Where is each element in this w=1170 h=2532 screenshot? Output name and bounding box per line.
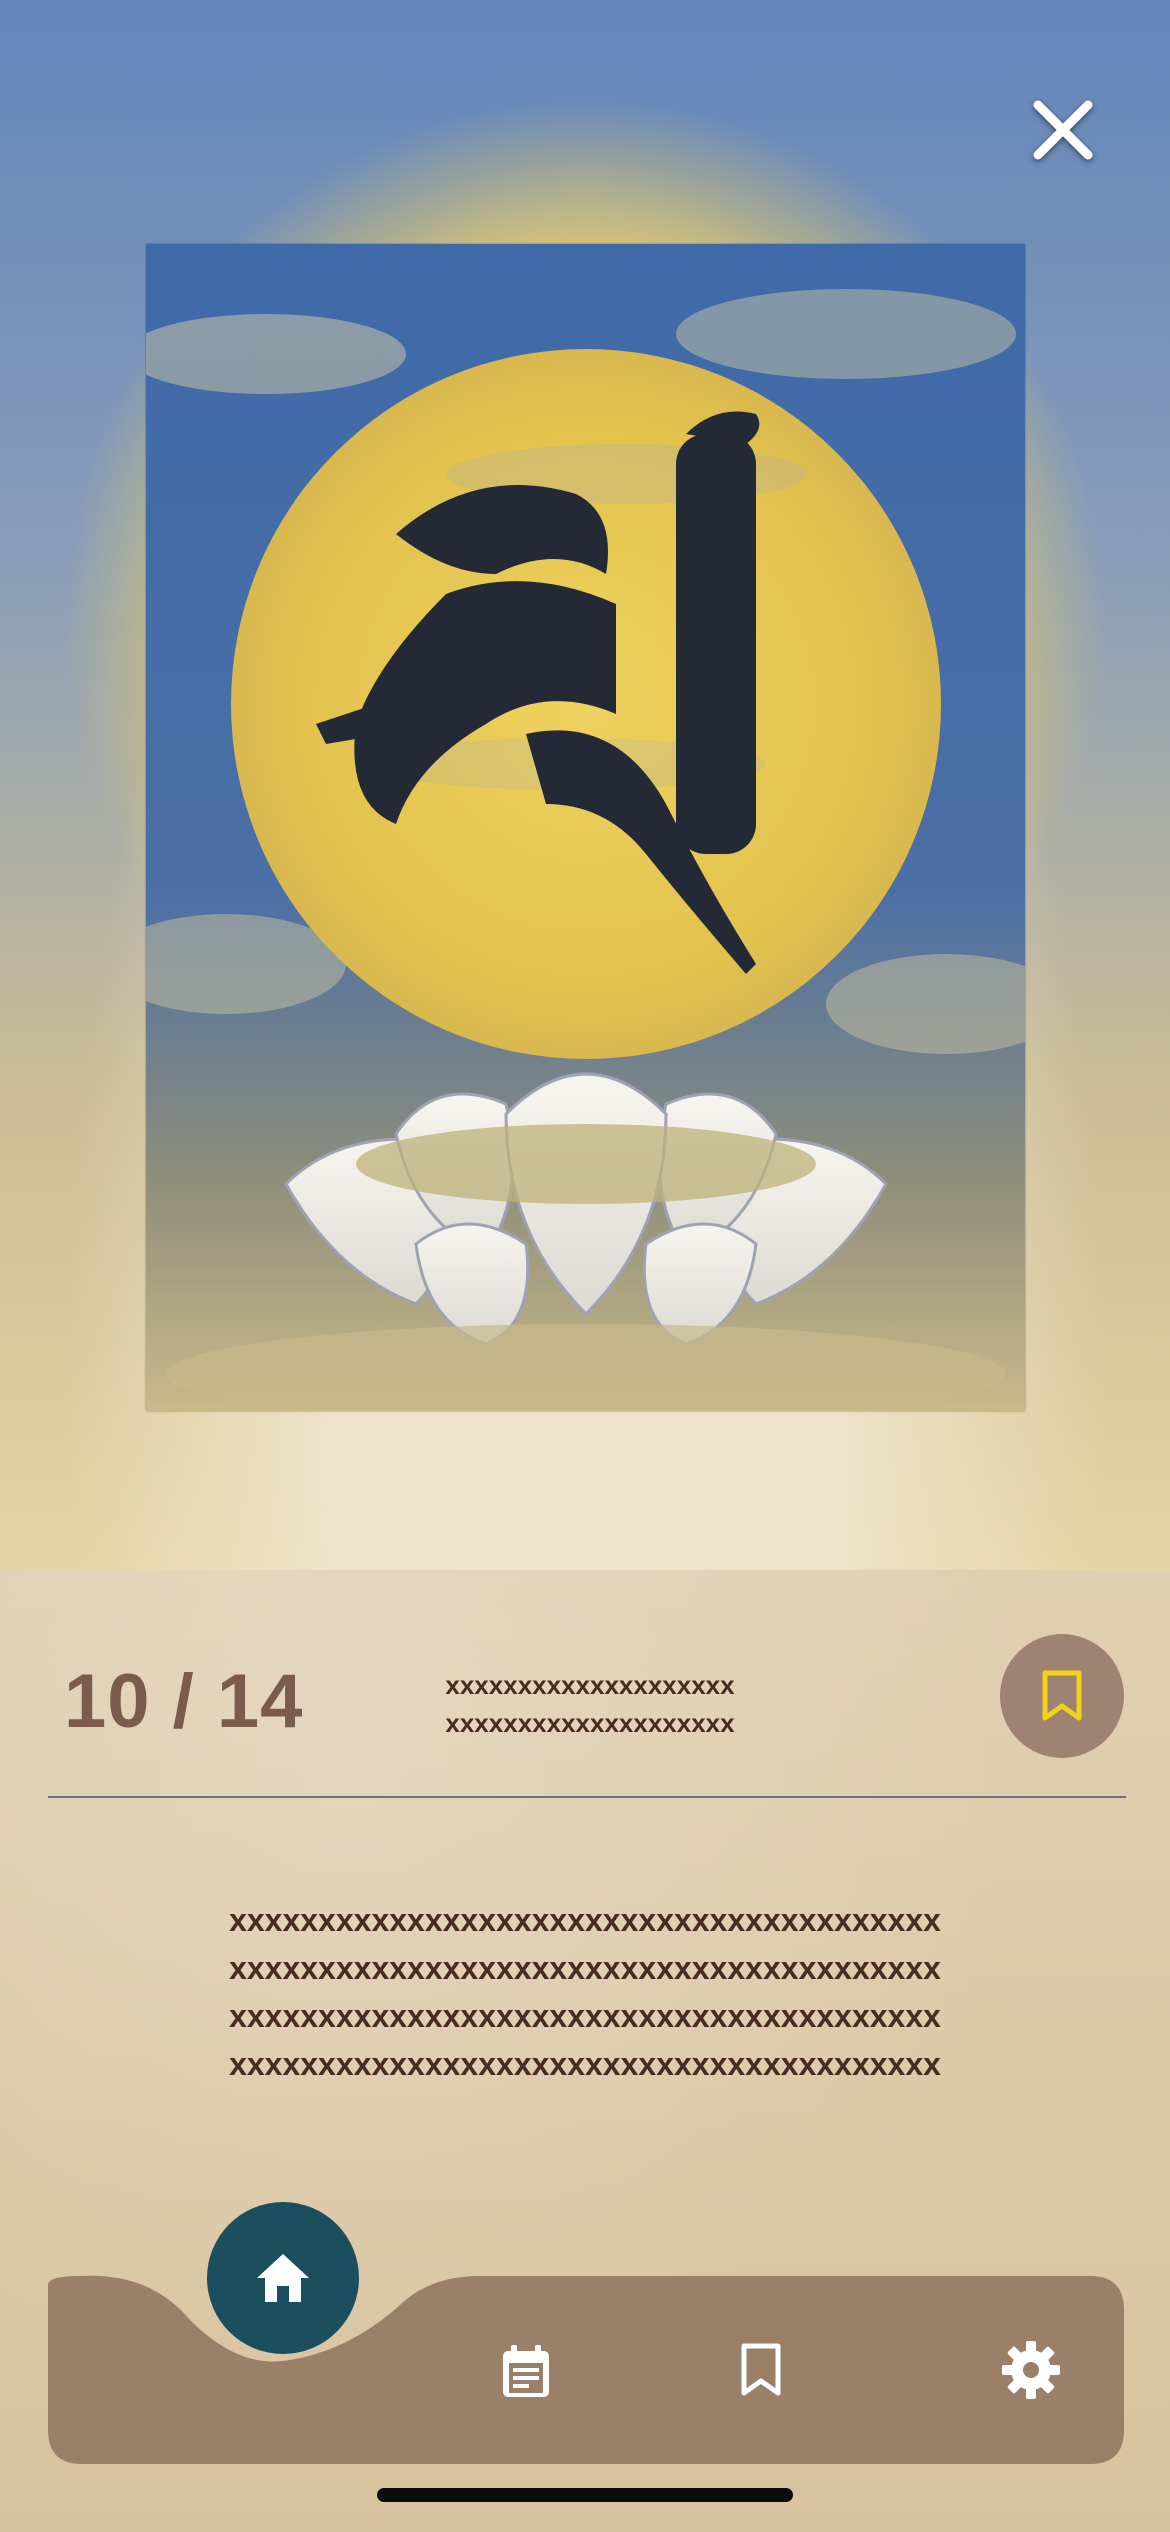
home-indicator	[377, 2488, 793, 2502]
close-icon	[1033, 100, 1093, 160]
description-line: xxxxxxxxxxxxxxxxxxxxxxxxxxxxxxxxxxxxxxxx	[229, 1902, 941, 1938]
item-title-line: xxxxxxxxxxxxxxxxxxxx	[445, 1708, 735, 1738]
calendar-icon	[503, 2345, 549, 2397]
item-title-line: xxxxxxxxxxxxxxxxxxxx	[445, 1670, 735, 1700]
tab-calendar[interactable]	[481, 2327, 571, 2417]
home-icon	[257, 2254, 309, 2302]
item-title: xxxxxxxxxxxxxxxxxxxx xxxxxxxxxxxxxxxxxxx…	[380, 1666, 800, 1742]
description-line: xxxxxxxxxxxxxxxxxxxxxxxxxxxxxxxxxxxxxxxx	[229, 2046, 941, 2082]
tab-bookmarks[interactable]	[716, 2325, 806, 2415]
bookmark-icon	[741, 2343, 781, 2396]
bookmark-icon	[1042, 1670, 1082, 1721]
gear-icon	[1002, 2341, 1060, 2399]
page-counter: 10 / 14	[64, 1659, 304, 1744]
close-button[interactable]	[1021, 88, 1105, 172]
description-line: xxxxxxxxxxxxxxxxxxxxxxxxxxxxxxxxxxxxxxxx	[229, 1950, 941, 1986]
description-line: xxxxxxxxxxxxxxxxxxxxxxxxxxxxxxxxxxxxxxxx	[229, 1998, 941, 2034]
description-text: xxxxxxxxxxxxxxxxxxxxxxxxxxxxxxxxxxxxxxxx…	[200, 1896, 970, 2088]
tab-home[interactable]	[207, 2202, 359, 2354]
tab-bar	[0, 2190, 1170, 2490]
divider	[48, 1796, 1126, 1798]
artwork-image	[146, 244, 1025, 1411]
image-backdrop	[0, 0, 1170, 1570]
bookmark-button[interactable]	[1000, 1634, 1124, 1758]
tab-settings[interactable]	[986, 2325, 1076, 2415]
